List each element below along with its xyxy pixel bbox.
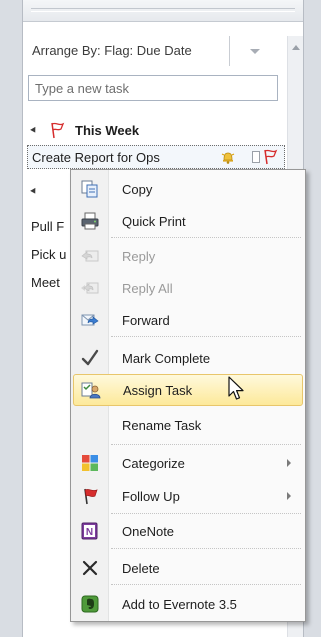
svg-text:N: N — [86, 527, 93, 538]
menu-item-label: Forward — [122, 312, 170, 328]
menu-item-label: Categorize — [122, 455, 185, 471]
menu-separator — [111, 444, 301, 445]
menu-item-label: Reply — [122, 248, 156, 264]
menu-item-label: Assign Task — [123, 382, 193, 398]
submenu-arrow-icon — [287, 492, 291, 500]
submenu-arrow-icon — [287, 459, 291, 467]
assign-task-icon — [74, 374, 108, 406]
menu-item-onenote[interactable]: N OneNote — [73, 515, 303, 547]
menu-item-label: Quick Print — [122, 213, 186, 229]
menu-item-forward[interactable]: Forward — [73, 304, 303, 336]
task-row-selected[interactable]: Create Report for Ops — [27, 145, 285, 169]
menu-item-label: Mark Complete — [122, 350, 211, 366]
menu-item-follow-up[interactable]: Follow Up — [73, 480, 303, 512]
categorize-icon — [73, 447, 107, 479]
reply-icon — [73, 240, 107, 272]
menu-item-label: Add to Evernote 3.5 — [122, 596, 237, 612]
complete-checkbox[interactable] — [252, 151, 260, 163]
menu-item-delete[interactable]: Delete — [73, 552, 303, 584]
chevron-down-icon — [250, 48, 260, 54]
context-menu: Copy Quick Print Reply Reply All Forward… — [70, 169, 306, 622]
pane-header — [23, 0, 303, 22]
menu-item-reply[interactable]: Reply — [73, 240, 303, 272]
task-name: Create Report for Ops — [32, 149, 160, 165]
follow-up-flag-icon — [73, 480, 107, 512]
delete-x-icon — [73, 552, 107, 584]
flag-outline-icon — [51, 122, 65, 139]
menu-item-copy[interactable]: Copy — [73, 173, 303, 205]
copy-icon — [73, 173, 107, 205]
flag-outline-icon[interactable] — [262, 149, 278, 165]
menu-item-add-to-evernote[interactable]: Add to Evernote 3.5 — [73, 588, 303, 620]
menu-separator — [111, 237, 301, 238]
menu-item-reply-all[interactable]: Reply All — [73, 272, 303, 304]
arrow-up-icon — [292, 44, 300, 50]
group-header-partial[interactable] — [30, 180, 48, 202]
list-item[interactable]: Pull F — [31, 216, 64, 238]
menu-item-label: Delete — [122, 560, 160, 576]
menu-separator — [111, 336, 301, 337]
printer-icon — [73, 205, 107, 237]
evernote-icon — [73, 588, 107, 620]
scroll-up-button[interactable] — [288, 36, 304, 58]
list-item[interactable]: Meet — [31, 272, 60, 294]
reply-all-icon — [73, 272, 107, 304]
checkmark-icon — [73, 342, 107, 374]
group-header-this-week[interactable]: This Week — [30, 119, 140, 141]
menu-item-quick-print[interactable]: Quick Print — [73, 205, 303, 237]
list-item[interactable]: Pick u — [31, 244, 66, 266]
menu-separator — [111, 513, 301, 514]
menu-item-label: Copy — [122, 181, 153, 197]
menu-item-mark-complete[interactable]: Mark Complete — [73, 342, 303, 374]
menu-item-label: Reply All — [122, 280, 173, 296]
menu-item-label: Follow Up — [122, 488, 180, 504]
menu-separator — [111, 548, 301, 549]
menu-item-label: OneNote — [122, 523, 175, 539]
mouse-pointer-icon — [228, 376, 244, 400]
menu-item-categorize[interactable]: Categorize — [73, 447, 303, 479]
arrange-by-bar[interactable]: Arrange By: Flag: Due Date — [23, 36, 287, 66]
expand-triangle-icon[interactable] — [30, 187, 38, 195]
reminder-bell-icon[interactable] — [220, 149, 236, 165]
onenote-icon: N — [73, 515, 107, 547]
forward-icon — [73, 304, 107, 336]
expand-triangle-icon[interactable] — [30, 126, 38, 134]
resize-ridge[interactable] — [31, 8, 295, 12]
arrange-dropdown-button[interactable] — [230, 36, 280, 66]
arrange-by-label[interactable]: Arrange By: Flag: Due Date — [23, 36, 230, 66]
new-task-input[interactable] — [28, 75, 278, 101]
menu-item-label: Rename Task — [122, 417, 202, 433]
menu-item-assign-task[interactable]: Assign Task — [73, 374, 303, 406]
menu-separator — [111, 584, 301, 585]
menu-item-rename-task[interactable]: Rename Task — [73, 409, 303, 441]
group-label: This Week — [75, 122, 140, 138]
